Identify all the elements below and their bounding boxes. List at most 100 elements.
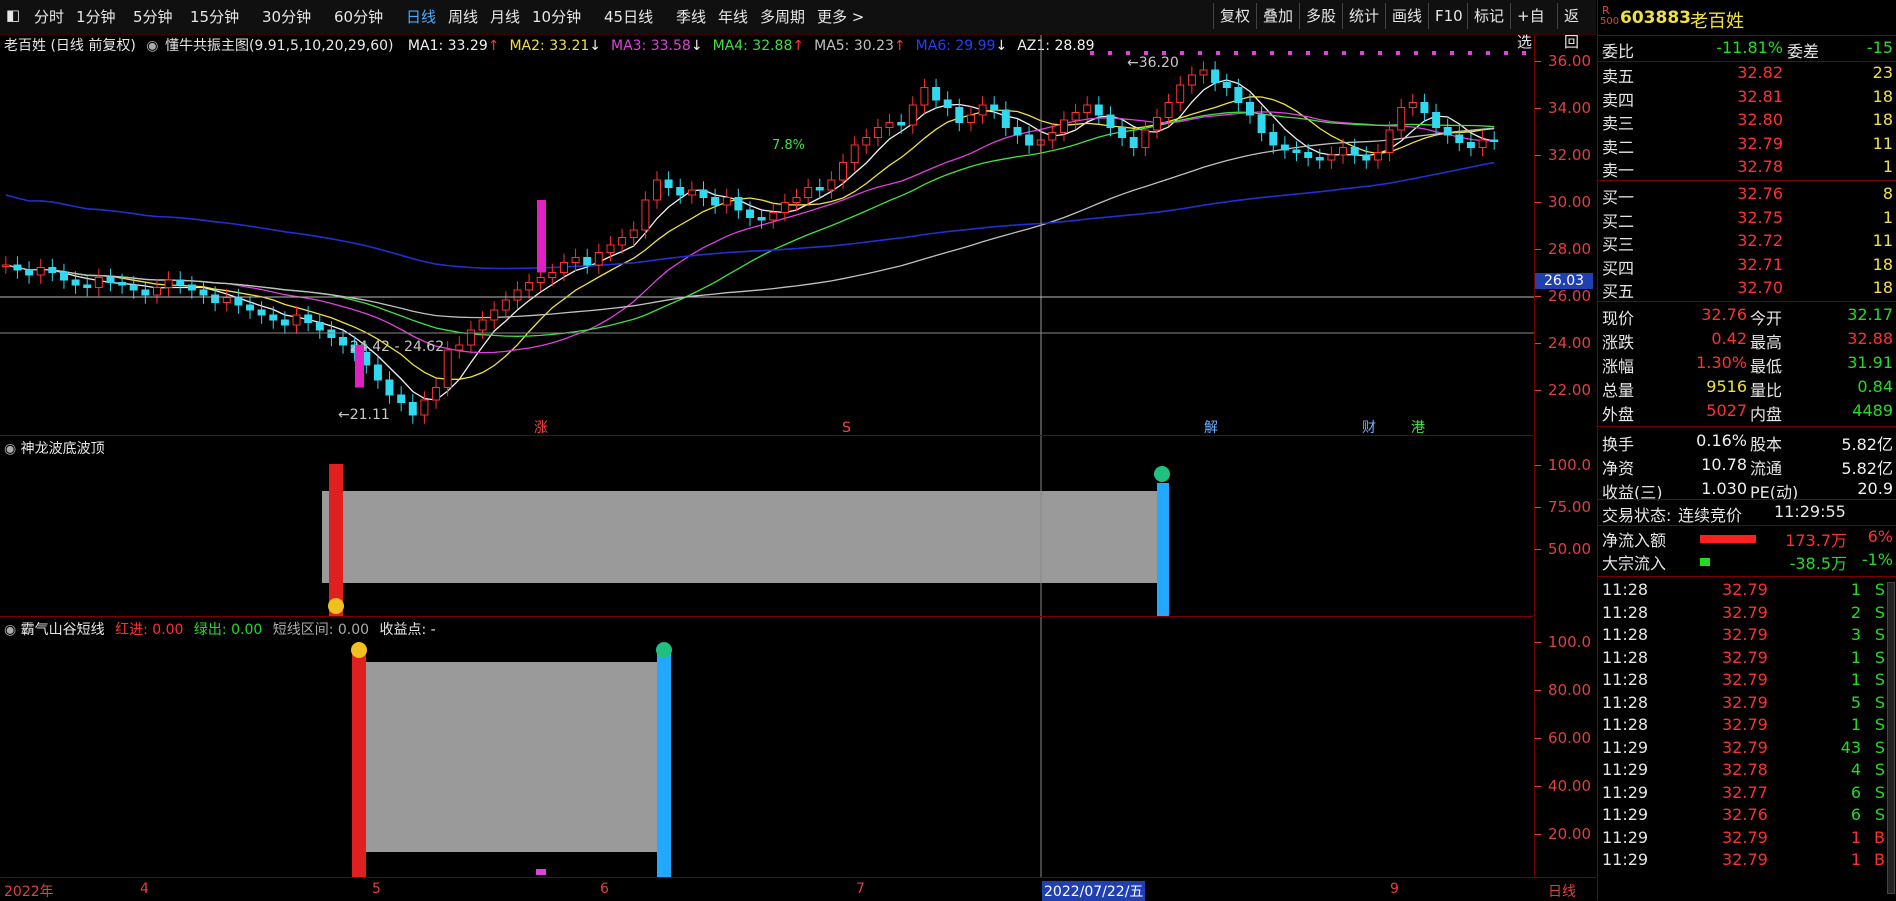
tick-time: 11:29 <box>1602 760 1649 779</box>
toolbar-button[interactable]: +自选 <box>1510 3 1557 51</box>
candle-body <box>1339 147 1347 156</box>
toolbar-button[interactable]: 叠加 <box>1256 3 1299 29</box>
tick-row: 11:28 32.79 1 S <box>1598 648 1896 671</box>
period-tab[interactable]: 周线 <box>448 6 478 27</box>
price-axis: 36.00 34.00 32.00 30.00 28.00 26.00 24.00 22.00… <box>1534 35 1597 435</box>
wave-indicator-pane[interactable]: ◉ 神龙波底波顶 <box>0 436 1534 617</box>
candle-body <box>141 289 150 296</box>
event-mark[interactable]: 解 <box>1204 420 1218 435</box>
period-tab[interactable]: 月线 <box>490 6 520 27</box>
axis-tick <box>1535 786 1541 787</box>
candle-body <box>618 237 627 246</box>
axis-label: 34.00 <box>1548 99 1591 117</box>
panel-toggle-icon[interactable]: ◧ <box>6 6 20 24</box>
toolbar-button[interactable]: F10 <box>1428 3 1467 29</box>
period-tab[interactable]: 年线 <box>718 6 748 27</box>
toolbar-button[interactable]: 多股 <box>1299 3 1342 29</box>
order-volume: 23 <box>1872 63 1893 82</box>
toolbar-button[interactable]: 画线 <box>1385 3 1428 29</box>
valley-exit-bar <box>657 650 671 877</box>
order-volume: 11 <box>1872 231 1893 250</box>
order-price: 32.71 <box>1737 254 1783 274</box>
axis-label: 22.00 <box>1548 381 1591 399</box>
candle-body <box>83 284 92 288</box>
netflow-bar <box>1700 535 1756 543</box>
order-book-row[interactable]: 买五 32.70 18 <box>1598 278 1896 301</box>
toolbar-button[interactable]: 标记 <box>1467 3 1510 29</box>
candle-body <box>315 322 324 331</box>
order-level-label: 买四 <box>1602 258 1635 278</box>
event-mark[interactable]: S <box>842 420 851 435</box>
period-tab[interactable]: 45日线 <box>604 6 653 27</box>
candle-body <box>339 337 347 346</box>
stat-value: 5.82亿 <box>1841 459 1893 478</box>
netflow-row: 净流入额 173.7万 6% <box>1598 527 1896 550</box>
signal-dot <box>1162 51 1166 55</box>
period-tab[interactable]: 10分钟 <box>532 6 581 27</box>
order-book-row[interactable]: 买一 32.76 8 <box>1598 184 1896 207</box>
order-price: 32.82 <box>1737 63 1783 82</box>
order-price: 32.80 <box>1737 110 1783 129</box>
valley-indicator-pane[interactable]: ◉ 霸气山谷短线 红进: 0.00 绿出: 0.00 短线区间: 0.00 收益… <box>0 617 1534 877</box>
candle-body <box>978 104 987 116</box>
order-book-row[interactable]: 卖三 32.80 18 <box>1598 110 1896 133</box>
stat-label: 涨跌 <box>1602 333 1635 352</box>
toolbar-button[interactable]: 返回 <box>1557 3 1596 51</box>
tick-volume: 4 <box>1850 760 1861 779</box>
period-tab[interactable]: 日线 <box>406 6 436 27</box>
order-book-row[interactable]: 卖五 32.82 23 <box>1598 63 1896 86</box>
period-tab[interactable]: 15分钟 <box>190 6 239 27</box>
stat-row: 涨幅 1.30% 最低 31.91 <box>1598 353 1896 376</box>
order-book-row[interactable]: 卖四 32.81 18 <box>1598 87 1896 110</box>
stock-code: 603883 <box>1620 8 1691 28</box>
order-book-row[interactable]: 买三 32.72 11 <box>1598 231 1896 254</box>
trade-status-row: 交易状态: 连续竞价 11:29:55 <box>1598 502 1896 525</box>
period-tab[interactable]: 1分钟 <box>76 6 116 27</box>
signal-dot <box>1432 51 1436 55</box>
pane3-axis: 100.0 80.00 60.00 40.00 20.00 <box>1534 617 1597 877</box>
event-mark[interactable]: 财 <box>1362 420 1376 435</box>
candle-body <box>13 264 22 271</box>
tick-side: S <box>1874 737 1885 757</box>
axis-label: 26.00 <box>1548 287 1591 305</box>
tick-price: 32.79 <box>1722 602 1768 622</box>
date-axis-label: 4 <box>140 881 149 897</box>
period-tab[interactable]: 分时 <box>34 6 64 27</box>
tick-price: 32.79 <box>1722 692 1768 712</box>
period-tab[interactable]: 60分钟 <box>334 6 383 27</box>
toolbar-button[interactable]: 复权 <box>1213 3 1256 29</box>
period-tab[interactable]: 更多 > <box>817 6 864 27</box>
toolbar-button[interactable]: 统计 <box>1342 3 1385 29</box>
tick-row: 11:28 32.79 1 S <box>1598 670 1896 693</box>
order-level-label: 卖五 <box>1602 67 1635 86</box>
candle-body <box>769 212 778 221</box>
signal-dot <box>1522 51 1526 55</box>
main-chart-pane[interactable]: 老百姓 (日线 前复权) ◉ 懂牛共振主图(9.91,5,10,20,29,60… <box>0 35 1534 436</box>
trade-status-label: 交易状态: <box>1602 506 1672 525</box>
axis-tick <box>1535 155 1541 156</box>
period-tab[interactable]: 多周期 <box>760 6 805 27</box>
signal-dot <box>1486 51 1490 55</box>
divider <box>1598 499 1896 500</box>
candle-body <box>408 402 417 416</box>
order-book-row[interactable]: 买二 32.75 1 <box>1598 208 1896 231</box>
order-book-row[interactable]: 卖二 32.79 11 <box>1598 134 1896 157</box>
tick-price: 32.76 <box>1722 805 1768 824</box>
quote-header: R 500 603883 老百姓 <box>1598 4 1896 34</box>
tick-row: 11:28 32.79 1 S <box>1598 715 1896 738</box>
event-mark[interactable]: 涨 <box>534 420 548 435</box>
order-book-row[interactable]: 卖一 32.78 1 <box>1598 157 1896 180</box>
valley-entry-marker-icon <box>351 642 367 658</box>
netflow-value: 173.7万 <box>1785 531 1847 550</box>
candle-body <box>269 314 278 321</box>
order-book-row[interactable]: 买四 32.71 18 <box>1598 255 1896 278</box>
candlestick-chart[interactable]: ←21.11 ←36.20 24.42 - 24.62 7.8% 涨 S 解 财 港 <box>0 35 1534 435</box>
period-tab[interactable]: 30分钟 <box>262 6 311 27</box>
event-mark[interactable]: 港 <box>1411 420 1425 435</box>
period-tab[interactable]: 5分钟 <box>133 6 173 27</box>
candle-body <box>560 262 568 273</box>
tick-scrollbar[interactable] <box>1887 582 1895 894</box>
range-annotation: 24.42 - 24.62 <box>350 339 444 355</box>
period-tab[interactable]: 季线 <box>676 6 706 27</box>
axis-tick <box>1535 465 1541 466</box>
